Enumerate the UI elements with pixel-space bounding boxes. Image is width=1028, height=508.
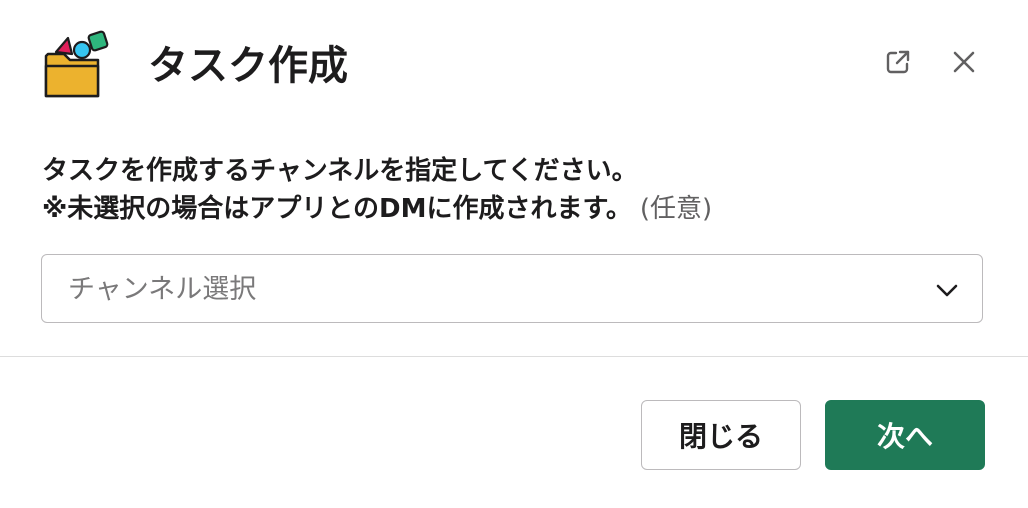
- close-button[interactable]: [946, 44, 982, 80]
- dialog-header: タスク作成: [0, 0, 1028, 130]
- close-dialog-button[interactable]: 閉じる: [641, 400, 801, 470]
- close-icon: [953, 51, 975, 73]
- channel-select-placeholder: チャンネル選択: [68, 274, 257, 305]
- next-button[interactable]: 次へ: [825, 400, 985, 470]
- channel-select[interactable]: チャンネル選択: [41, 254, 983, 323]
- dialog-title: タスク作成: [148, 43, 348, 89]
- popout-button[interactable]: [880, 44, 916, 80]
- task-create-dialog: タスク作成 タスクを作成するチャンネルを指定してください。 ※未選択の場合はアプ…: [0, 0, 1028, 508]
- prompt-line-2-text: ※未選択の場合はアプリとのDMに作成されます。: [42, 194, 632, 224]
- external-link-icon: [886, 50, 910, 74]
- channel-prompt: タスクを作成するチャンネルを指定してください。 ※未選択の場合はアプリとのDMに…: [42, 152, 712, 228]
- prompt-line-2: ※未選択の場合はアプリとのDMに作成されます。 (任意): [42, 190, 712, 228]
- chevron-down-icon: [936, 284, 958, 297]
- footer-divider: [0, 356, 1028, 357]
- prompt-line-1: タスクを作成するチャンネルを指定してください。: [42, 156, 638, 186]
- optional-label: (任意): [639, 194, 713, 224]
- task-folder-shapes-icon: [40, 30, 112, 102]
